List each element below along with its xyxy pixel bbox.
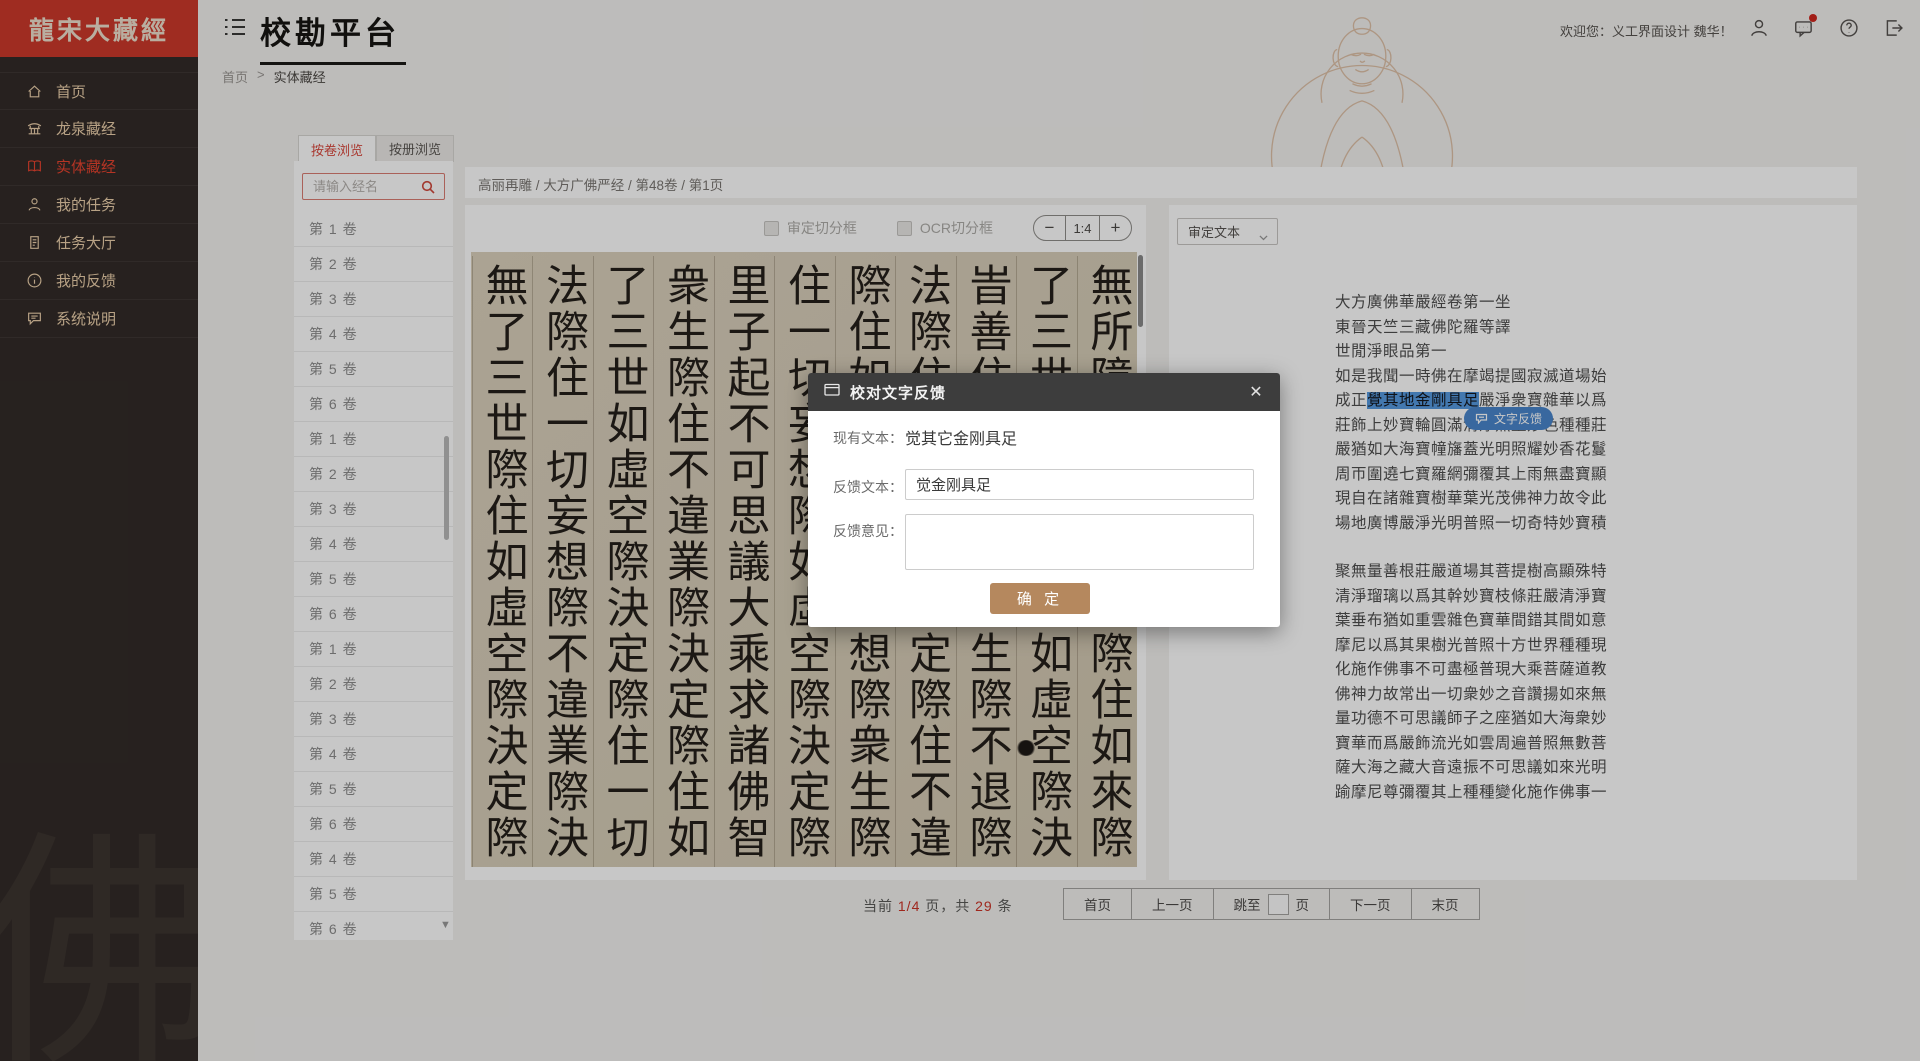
collation-platform-app: 龍宋大藏經 首页龙泉藏经实体藏经我的任务任务大厅我的反馈系统说明 佛 校勘平台 … — [0, 0, 1920, 1061]
feedback-comment-label: 反馈意见： — [833, 521, 903, 541]
modal-title: 校对文字反馈 — [850, 382, 946, 403]
modal-header[interactable]: 校对文字反馈 — [808, 373, 1280, 411]
current-text-label: 现有文本： — [833, 428, 903, 448]
close-icon[interactable]: ✕ — [1246, 382, 1266, 402]
confirm-button[interactable]: 确 定 — [990, 583, 1090, 614]
feedback-text-label: 反馈文本： — [833, 477, 903, 497]
feedback-modal: 校对文字反馈 ✕ 现有文本： 觉其它金刚具足 反馈文本： 反馈意见： 确 定 — [808, 373, 1280, 627]
feedback-text-input[interactable] — [905, 469, 1254, 500]
window-icon — [824, 383, 840, 401]
current-text-value: 觉其它金刚具足 — [905, 425, 1017, 449]
feedback-comment-textarea[interactable] — [905, 514, 1254, 570]
